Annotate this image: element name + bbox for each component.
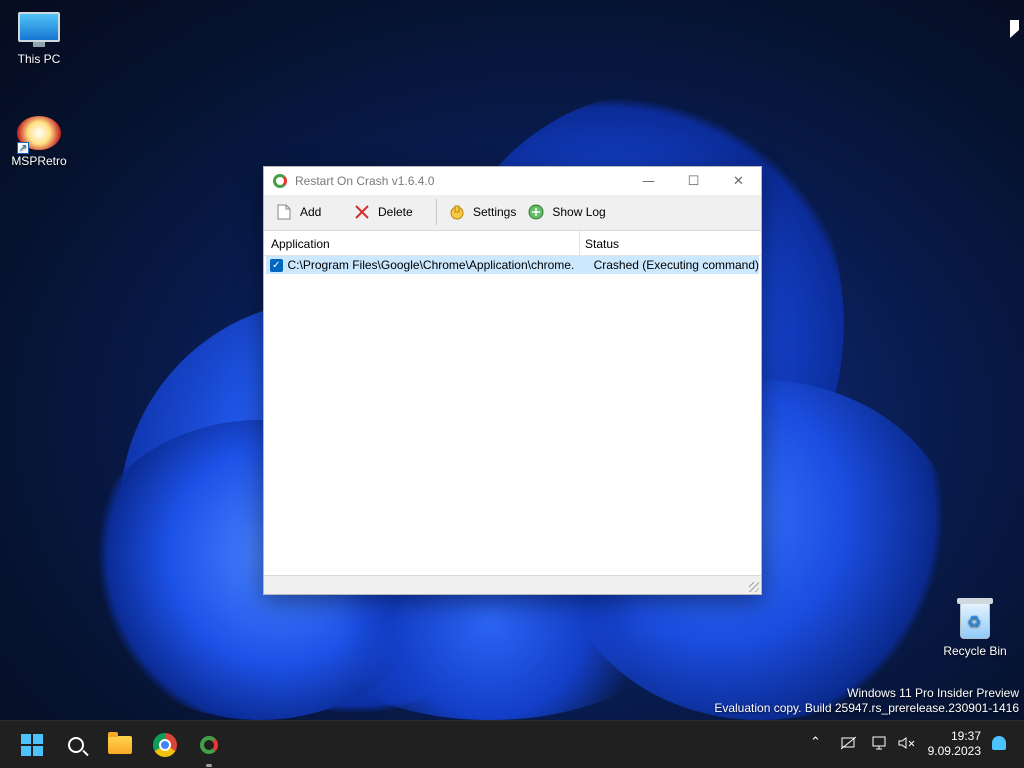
windows-logo-icon [21,734,43,756]
search-icon [68,737,84,753]
desktop-icon-label: MSPRetro [11,154,67,168]
watermark-line-2: Evaluation copy. Build 25947.rs_prerelea… [714,701,1019,715]
desktop-icon-label: This PC [17,52,61,66]
recycle-bin-icon: ♻ [957,598,993,640]
shortcut-arrow-icon: ↗ [17,142,29,154]
settings-button-label: Settings [473,205,517,219]
desktop-icon-mspretro[interactable]: ↗ MSPRetro [0,116,79,168]
volume-muted-icon[interactable] [898,736,916,754]
add-button-label: Add [300,205,322,219]
mouse-cursor-icon [1010,20,1019,38]
close-button[interactable]: ✕ [716,167,761,195]
clock-time: 19:37 [950,729,981,743]
desktop-icon-this-pc[interactable]: This PC [0,12,79,66]
chrome-button[interactable] [149,729,181,761]
application-list[interactable]: Application Status ✓ C:\Program Files\Go… [264,230,761,576]
settings-button[interactable]: Settings [443,199,522,225]
application-status: Crashed (Executing command) [593,258,759,272]
show-log-button[interactable]: Show Log [522,199,611,225]
taskbar-clock[interactable]: 19:37 9.09.2023 [928,729,981,759]
restart-on-crash-taskbar-button[interactable] [193,729,225,767]
network-disconnected-icon[interactable] [840,736,858,754]
evaluation-watermark: Windows 11 Pro Insider Preview Evaluatio… [714,686,1019,716]
restart-on-crash-app-icon[interactable] [273,174,287,188]
status-bar [264,576,761,594]
delete-x-icon [354,204,370,220]
mspretro-logo-icon: ↗ [17,116,61,154]
table-row[interactable]: ✓ C:\Program Files\Google\Chrome\Applica… [266,256,759,274]
list-header: Application Status [264,231,761,256]
application-path: C:\Program Files\Google\Chrome\Applicati… [287,258,574,272]
maximize-button[interactable]: ☐ [671,167,716,195]
restart-on-crash-icon [200,736,218,754]
new-document-icon [276,204,292,220]
delete-button-label: Delete [378,205,413,219]
resize-grip-icon[interactable] [749,582,759,592]
show-hidden-icons-chevron-icon[interactable]: ⌃ [810,735,821,750]
folder-icon [108,732,132,754]
desktop-icon-label: Recycle Bin [943,644,1007,658]
desktop-icon-recycle-bin[interactable]: ♻ Recycle Bin [935,598,1015,658]
title-bar[interactable]: Restart On Crash v1.6.4.0 — ☐ ✕ [264,167,761,195]
computer-icon [18,12,60,48]
column-header-status[interactable]: Status [580,231,624,255]
toolbar: Add Delete Settings Show Log [264,195,761,229]
delete-button[interactable]: Delete [348,199,430,225]
add-button[interactable]: Add [270,199,348,225]
window-title: Restart On Crash v1.6.4.0 [295,174,435,188]
column-header-application[interactable]: Application [264,231,580,255]
taskbar: ⌃ 19:37 9.09.2023 [0,720,1024,768]
minimize-button[interactable]: — [626,167,671,195]
display-icon[interactable] [872,736,888,754]
show-log-button-label: Show Log [552,205,606,219]
file-explorer-button[interactable] [104,729,136,761]
settings-hand-icon [449,204,465,220]
clock-date: 9.09.2023 [927,744,981,758]
restart-on-crash-window: Restart On Crash v1.6.4.0 — ☐ ✕ Add Dele… [263,166,762,595]
toolbar-separator [436,199,437,225]
chrome-icon [153,733,177,757]
search-button[interactable] [60,729,92,761]
start-button[interactable] [16,729,48,761]
running-indicator [206,764,212,767]
watermark-line-1: Windows 11 Pro Insider Preview [847,686,1019,700]
notification-bell-icon[interactable] [992,736,1006,750]
log-globe-icon [528,204,544,220]
row-checkbox[interactable]: ✓ [270,258,283,272]
